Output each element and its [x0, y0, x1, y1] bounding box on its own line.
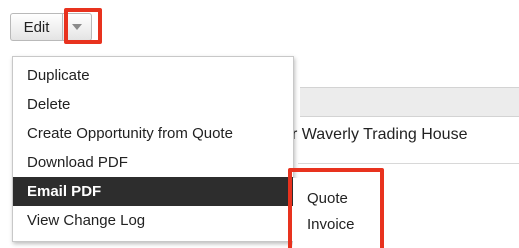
- menu-item-email-pdf[interactable]: Email PDF: [13, 177, 293, 206]
- edit-button[interactable]: Edit: [10, 13, 62, 41]
- menu-item-delete[interactable]: Delete: [13, 90, 293, 119]
- menu-item-download-pdf[interactable]: Download PDF: [13, 148, 293, 177]
- record-panel-header: [300, 87, 519, 117]
- menu-item-view-change-log[interactable]: View Change Log: [13, 206, 293, 235]
- menu-item-create-opportunity[interactable]: Create Opportunity from Quote: [13, 119, 293, 148]
- menu-item-duplicate[interactable]: Duplicate: [13, 61, 293, 90]
- record-name-text: r Waverly Trading House: [292, 126, 468, 143]
- actions-menu: Duplicate Delete Create Opportunity from…: [12, 56, 294, 242]
- highlight-box-submenu: [288, 168, 384, 248]
- highlight-box-toggle: [64, 8, 102, 44]
- page: r Waverly Trading House Edit Duplicate D…: [0, 0, 519, 248]
- divider: [298, 163, 519, 164]
